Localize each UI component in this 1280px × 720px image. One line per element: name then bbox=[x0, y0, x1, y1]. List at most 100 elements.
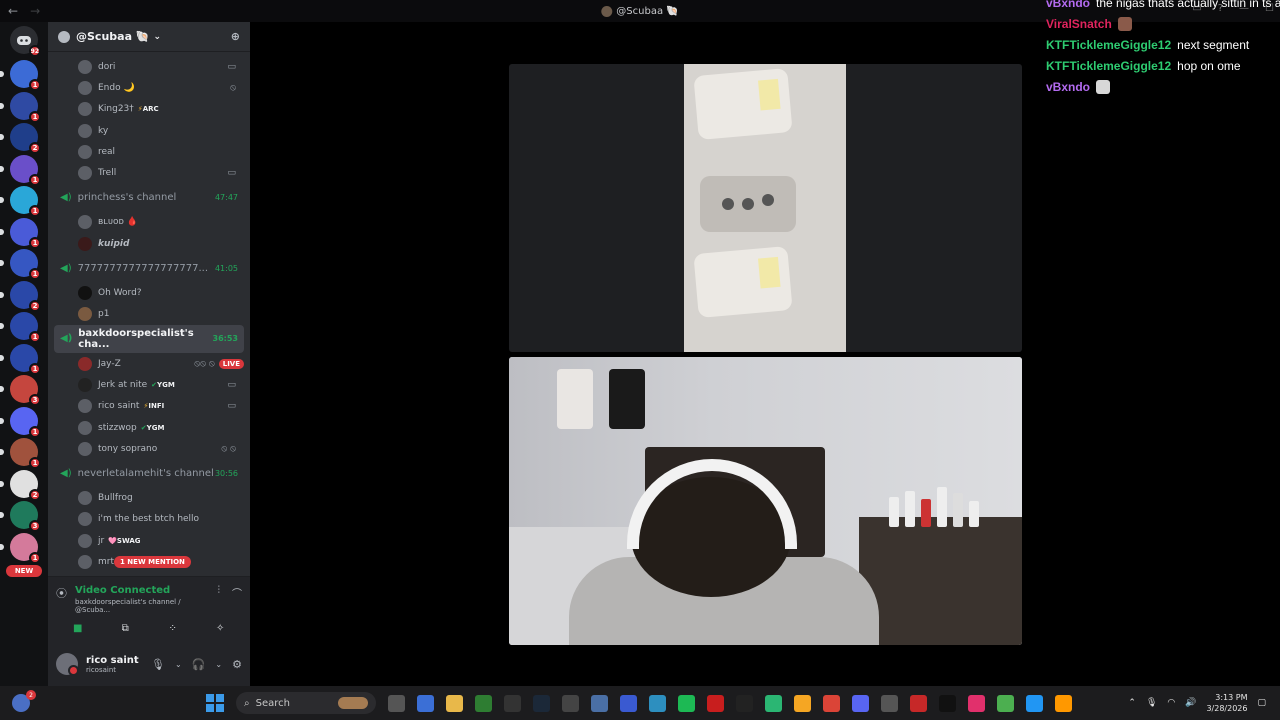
taskbar-search[interactable]: ⌕ Search bbox=[236, 692, 376, 714]
gear-icon[interactable]: ⚙ bbox=[232, 658, 242, 671]
widgets-icon[interactable]: 2 bbox=[12, 690, 36, 712]
voice-user[interactable]: Bullfrog bbox=[54, 487, 244, 508]
voice-channel[interactable]: ◀) neverletalamehit's channel 30:56 bbox=[54, 459, 244, 487]
chevron-down-icon[interactable]: ⌄ bbox=[215, 660, 222, 669]
signal-icon[interactable]: ⦿ bbox=[56, 585, 67, 601]
tiktok-icon[interactable] bbox=[968, 694, 985, 712]
disconnect-icon[interactable]: ⌒ bbox=[232, 585, 242, 600]
server-icon[interactable]: 1 bbox=[0, 249, 41, 280]
guild-header[interactable]: @Scubaa 🐚 ⌄ ⊕ bbox=[48, 22, 250, 52]
app-icon[interactable] bbox=[939, 694, 956, 712]
app-icon[interactable] bbox=[562, 694, 579, 712]
server-icon[interactable]: 2 bbox=[0, 280, 41, 312]
server-icon[interactable]: 1 bbox=[0, 406, 41, 438]
video-tile-webcam[interactable] bbox=[509, 357, 1022, 645]
app-icon[interactable] bbox=[881, 694, 898, 712]
live-badge[interactable]: LIVE bbox=[218, 358, 244, 369]
voice-user[interactable]: tony soprano ⦸ ⦸ bbox=[54, 438, 244, 459]
xbox-icon[interactable] bbox=[475, 694, 492, 712]
server-icon[interactable]: 1 bbox=[0, 154, 41, 186]
spotify-icon[interactable] bbox=[678, 694, 695, 712]
home-button[interactable]: 92 bbox=[10, 26, 41, 57]
unread-badge: 1 bbox=[29, 236, 41, 249]
wifi-icon[interactable]: ◠ bbox=[1167, 698, 1175, 708]
voice-user[interactable]: i'm the best btch hello bbox=[54, 509, 244, 530]
microphone-icon[interactable]: 🎙 bbox=[1146, 698, 1157, 708]
voice-user[interactable]: Oh Word? bbox=[54, 282, 244, 303]
forward-arrow-icon[interactable]: → bbox=[30, 4, 40, 18]
unread-badge: 1 bbox=[29, 173, 41, 186]
voice-user[interactable]: kuipid bbox=[54, 233, 244, 254]
voice-user[interactable]: Trell ▭ bbox=[54, 162, 244, 183]
task-view-icon[interactable] bbox=[388, 694, 405, 712]
clock[interactable]: 3:13 PM 3/28/2026 bbox=[1206, 692, 1247, 714]
voice-user[interactable]: dori ▭ bbox=[54, 56, 244, 77]
app-icon[interactable] bbox=[852, 694, 869, 712]
noise-suppression-icon[interactable]: ⫶ bbox=[218, 585, 221, 600]
chevron-down-icon[interactable]: ⌄ bbox=[175, 660, 182, 669]
voice-user[interactable]: jr 🩷SWAG bbox=[54, 530, 244, 551]
app-icon[interactable] bbox=[910, 694, 927, 712]
server-icon[interactable]: 1 bbox=[0, 312, 41, 343]
start-button[interactable] bbox=[206, 694, 224, 712]
notification-icon[interactable]: ▢ bbox=[1257, 698, 1266, 708]
app-icon[interactable] bbox=[1026, 694, 1043, 712]
camera-icon: ▭ bbox=[227, 61, 236, 72]
app-icon[interactable] bbox=[504, 694, 521, 712]
microphone-icon[interactable]: 🎙 bbox=[151, 658, 165, 671]
voice-channel[interactable]: ◀) princhess's channel 47:47 bbox=[54, 184, 244, 212]
back-arrow-icon[interactable]: ← bbox=[8, 4, 18, 18]
opera-icon[interactable] bbox=[707, 694, 724, 712]
volume-icon[interactable]: 🔊 bbox=[1185, 698, 1196, 708]
voice-user[interactable]: Jay-Z ⦸⦸ ⦸ LIVE bbox=[54, 353, 244, 374]
camera-button[interactable]: ■ bbox=[58, 617, 98, 639]
app-icon[interactable] bbox=[765, 694, 782, 712]
soundboard-button[interactable]: ✧ bbox=[200, 617, 240, 639]
server-icon[interactable]: 1 bbox=[0, 217, 41, 249]
new-mention-pill[interactable]: 1 NEW MENTION bbox=[114, 555, 191, 568]
voice-user[interactable]: ʙʟᴜᴏᴅ 🩸 bbox=[54, 212, 244, 233]
voice-user[interactable]: p1 bbox=[54, 304, 244, 325]
file-explorer-icon[interactable] bbox=[446, 694, 463, 712]
server-icon[interactable]: 1 bbox=[0, 343, 41, 375]
voice-user[interactable]: King23† ⚡ARC bbox=[54, 99, 244, 120]
server-icon[interactable]: 2 bbox=[0, 469, 41, 501]
copilot-icon[interactable] bbox=[417, 694, 434, 712]
add-friend-icon[interactable]: ⊕ bbox=[231, 30, 240, 43]
server-icon[interactable]: 3 bbox=[0, 375, 41, 406]
connection-location[interactable]: baxkdoorspecialist's channel / @Scuba... bbox=[75, 598, 218, 614]
voice-user[interactable]: Endo 🌙 ⦸ bbox=[54, 77, 244, 98]
voice-user[interactable]: Jerk at nite ✔YGM ▭ bbox=[54, 374, 244, 395]
share-screen-button[interactable]: ⧉ bbox=[105, 617, 145, 639]
server-icon[interactable]: 1 bbox=[0, 91, 41, 123]
edge-icon[interactable] bbox=[649, 694, 666, 712]
chevron-up-icon[interactable]: ⌃ bbox=[1128, 698, 1136, 708]
chrome-icon[interactable] bbox=[823, 694, 840, 712]
video-tile-car[interactable] bbox=[509, 64, 1022, 352]
server-icon[interactable]: 1 bbox=[0, 186, 41, 217]
voice-user[interactable]: stizzwop ✔YGM bbox=[54, 417, 244, 438]
voice-user[interactable]: real bbox=[54, 141, 244, 162]
app-icon[interactable] bbox=[736, 694, 753, 712]
app-icon[interactable] bbox=[1055, 694, 1072, 712]
activities-button[interactable]: ⁘ bbox=[153, 617, 193, 639]
connection-status[interactable]: Video Connected bbox=[75, 585, 218, 596]
server-icon[interactable]: 3 bbox=[0, 501, 41, 532]
voice-user[interactable]: rico saint ⚡INFI ▭ bbox=[54, 396, 244, 417]
server-icon[interactable]: 2 bbox=[0, 123, 41, 154]
server-icon[interactable]: 1 bbox=[0, 532, 41, 564]
discord-icon[interactable] bbox=[794, 694, 811, 712]
server-icon[interactable]: 1 bbox=[0, 438, 41, 469]
steam-icon[interactable] bbox=[533, 694, 550, 712]
settings-icon[interactable] bbox=[591, 694, 608, 712]
app-icon[interactable] bbox=[620, 694, 637, 712]
server-icon[interactable]: 1 bbox=[0, 60, 41, 91]
headphones-icon[interactable]: 🎧 bbox=[192, 658, 206, 671]
avatar[interactable] bbox=[56, 653, 79, 676]
voice-channel-active[interactable]: ◀) baxkdoorspecialist's cha... 36:53 bbox=[54, 324, 244, 353]
voice-user[interactable]: ky bbox=[54, 120, 244, 141]
new-servers-pill[interactable]: NEW bbox=[6, 564, 42, 577]
voice-user[interactable]: mrt 1 NEW MENTION bbox=[54, 551, 244, 572]
app-icon[interactable] bbox=[997, 694, 1014, 712]
voice-channel[interactable]: ◀) 7777777777777777777... 41:05 bbox=[54, 254, 244, 282]
